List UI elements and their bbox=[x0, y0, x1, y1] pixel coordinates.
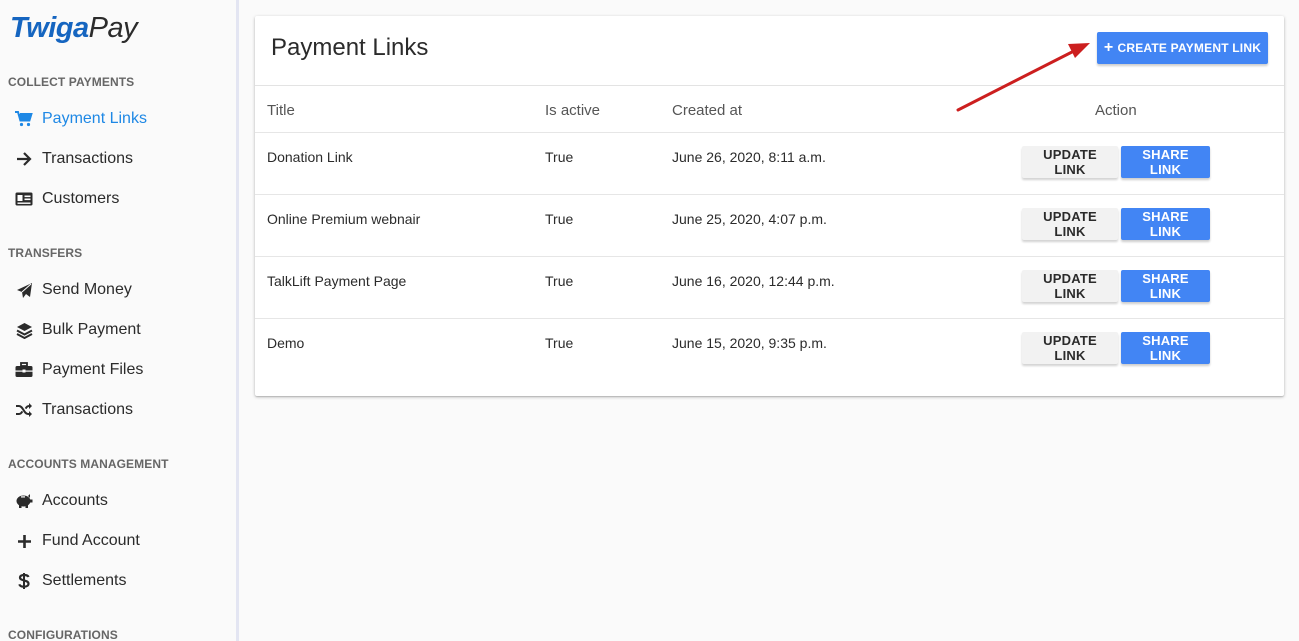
update-link-button[interactable]: UPDATE LINK bbox=[1022, 208, 1118, 240]
sidebar-item-label: Transactions bbox=[42, 150, 133, 167]
sidebar-item-label: Transactions bbox=[42, 401, 133, 418]
cell-title: TalkLift Payment Page bbox=[267, 273, 407, 289]
sidebar-item-label: Settlements bbox=[42, 572, 127, 589]
share-link-button[interactable]: SHARE LINK bbox=[1121, 332, 1210, 364]
share-link-button[interactable]: SHARE LINK bbox=[1121, 270, 1210, 302]
page-title: Payment Links bbox=[271, 34, 429, 61]
sidebar-item-payment-links[interactable]: Payment Links bbox=[0, 102, 236, 136]
sidebar-item-fund-account[interactable]: Fund Account bbox=[0, 524, 236, 558]
payment-links-card: Payment Links + CREATE PAYMENT LINK Titl… bbox=[255, 16, 1284, 396]
dollar-icon bbox=[15, 572, 33, 590]
arrow-right-icon bbox=[15, 150, 33, 168]
brand-logo[interactable]: TwigaPay bbox=[10, 12, 138, 45]
shuffle-icon bbox=[15, 401, 33, 419]
cell-is-active: True bbox=[545, 335, 574, 351]
update-link-button[interactable]: UPDATE LINK bbox=[1022, 270, 1118, 302]
sidebar-item-send-money[interactable]: Send Money bbox=[0, 273, 236, 307]
sidebar-item-bulk-payment[interactable]: Bulk Payment bbox=[0, 313, 236, 347]
section-title-accounts-management: ACCOUNTS MANAGEMENT bbox=[8, 457, 169, 471]
column-header-title: Title bbox=[267, 102, 295, 119]
sidebar-item-label: Customers bbox=[42, 190, 120, 207]
cell-is-active: True bbox=[545, 211, 574, 227]
layers-icon bbox=[15, 321, 33, 339]
section-title-configurations: CONFIGURATIONS bbox=[8, 628, 118, 641]
cell-is-active: True bbox=[545, 273, 574, 289]
card-header: Payment Links + CREATE PAYMENT LINK bbox=[255, 16, 1284, 86]
cell-created-at: June 16, 2020, 12:44 p.m. bbox=[672, 273, 835, 289]
cell-created-at: June 26, 2020, 8:11 a.m. bbox=[672, 149, 826, 165]
table-row: Donation Link True June 26, 2020, 8:11 a… bbox=[255, 132, 1284, 195]
brand-name-part1: Twiga bbox=[10, 12, 89, 44]
column-header-action: Action bbox=[1095, 102, 1137, 119]
column-header-created-at: Created at bbox=[672, 102, 743, 119]
cell-title: Donation Link bbox=[267, 149, 353, 165]
sidebar-item-settlements[interactable]: Settlements bbox=[0, 564, 236, 598]
sidebar-item-transfer-transactions[interactable]: Transactions bbox=[0, 393, 236, 427]
update-link-button[interactable]: UPDATE LINK bbox=[1022, 146, 1118, 178]
cell-is-active: True bbox=[545, 149, 574, 165]
paper-plane-icon bbox=[15, 281, 33, 299]
cell-title: Demo bbox=[267, 335, 305, 351]
share-link-button[interactable]: SHARE LINK bbox=[1121, 208, 1210, 240]
create-payment-link-label: CREATE PAYMENT LINK bbox=[1117, 41, 1262, 55]
sidebar-item-customers[interactable]: Customers bbox=[0, 182, 236, 216]
sidebar-item-label: Payment Links bbox=[42, 110, 147, 127]
cart-icon bbox=[15, 110, 33, 128]
sidebar-item-label: Accounts bbox=[42, 492, 108, 509]
cell-created-at: June 15, 2020, 9:35 p.m. bbox=[672, 335, 827, 351]
brand-name-part2: Pay bbox=[88, 12, 138, 44]
column-header-is-active: Is active bbox=[545, 102, 601, 119]
cell-created-at: June 25, 2020, 4:07 p.m. bbox=[672, 211, 827, 227]
sidebar: TwigaPay COLLECT PAYMENTS Payment Links … bbox=[0, 0, 239, 641]
create-payment-link-button[interactable]: + CREATE PAYMENT LINK bbox=[1097, 32, 1268, 64]
sidebar-item-label: Payment Files bbox=[42, 361, 144, 378]
cell-title: Online Premium webnair bbox=[267, 211, 421, 227]
sidebar-item-label: Send Money bbox=[42, 281, 132, 298]
table-row: Demo True June 15, 2020, 9:35 p.m. UPDAT… bbox=[255, 318, 1284, 381]
id-card-icon bbox=[15, 190, 33, 208]
table-row: TalkLift Payment Page True June 16, 2020… bbox=[255, 256, 1284, 319]
share-link-button[interactable]: SHARE LINK bbox=[1121, 146, 1210, 178]
sidebar-item-label: Fund Account bbox=[42, 532, 140, 549]
plus-icon bbox=[15, 532, 33, 550]
update-link-button[interactable]: UPDATE LINK bbox=[1022, 332, 1118, 364]
sidebar-item-payment-files[interactable]: Payment Files bbox=[0, 353, 236, 387]
piggy-bank-icon bbox=[15, 492, 33, 510]
sidebar-item-accounts[interactable]: Accounts bbox=[0, 484, 236, 518]
section-title-collect-payments: COLLECT PAYMENTS bbox=[8, 75, 135, 89]
section-title-transfers: TRANSFERS bbox=[8, 246, 83, 260]
briefcase-icon bbox=[15, 361, 33, 379]
sidebar-item-transactions[interactable]: Transactions bbox=[0, 142, 236, 176]
sidebar-item-label: Bulk Payment bbox=[42, 321, 141, 338]
table-row: Online Premium webnair True June 25, 202… bbox=[255, 194, 1284, 257]
plus-icon: + bbox=[1103, 39, 1114, 56]
